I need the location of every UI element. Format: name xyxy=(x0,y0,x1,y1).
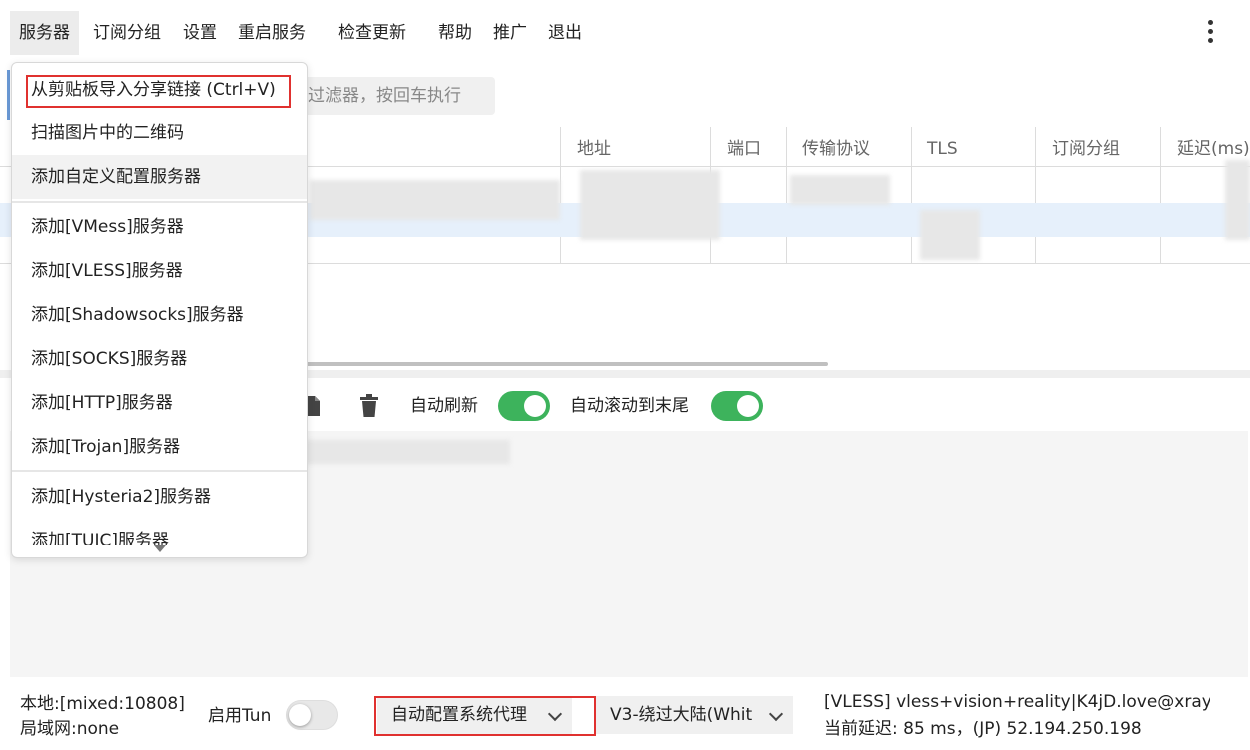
redacted-log xyxy=(300,440,510,464)
column-header-subscription[interactable]: 订阅分组 xyxy=(1052,135,1120,163)
status-bar: 本地:[mixed:10808] 局域网:none 启用Tun 自动配置系统代理… xyxy=(0,680,1250,750)
menu-separator xyxy=(12,201,307,203)
tun-toggle[interactable] xyxy=(286,700,338,730)
routing-select[interactable]: V3-绕过大陆(Whit xyxy=(596,696,793,734)
menu-settings[interactable]: 设置 xyxy=(183,18,217,48)
latency-text: 当前延迟: 85 ms，(JP) 52.194.250.198 xyxy=(824,719,1142,739)
menu-promotion[interactable]: 推广 xyxy=(493,18,527,48)
column-header-address[interactable]: 地址 xyxy=(577,135,611,163)
filter-input[interactable]: 过滤器，按回车执行 xyxy=(290,77,495,115)
menu-item-add-hysteria2[interactable]: 添加[Hysteria2]服务器 xyxy=(12,475,307,519)
auto-refresh-label: 自动刷新 xyxy=(410,396,478,416)
highlight-box xyxy=(26,75,291,108)
redacted-cell xyxy=(580,170,720,240)
menu-item-add-tuic[interactable]: 添加[TUIC]服务器 xyxy=(12,519,307,545)
redacted-cell xyxy=(1225,160,1250,240)
trash-icon[interactable] xyxy=(358,394,380,418)
redacted-cell xyxy=(920,210,980,260)
chevron-down-icon xyxy=(768,706,784,722)
menu-subscription-group[interactable]: 订阅分组 xyxy=(93,18,161,48)
menu-item-add-vmess[interactable]: 添加[VMess]服务器 xyxy=(12,205,307,249)
focus-indicator xyxy=(7,70,10,120)
tun-label: 启用Tun xyxy=(208,706,272,726)
auto-scroll-toggle[interactable] xyxy=(711,391,763,421)
scroll-down-arrow-icon[interactable] xyxy=(154,545,166,552)
menu-bar: 服务器 订阅分组 设置 重启服务 检查更新 帮助 推广 退出 xyxy=(0,0,1250,62)
column-header-latency[interactable]: 延迟(ms) xyxy=(1177,135,1250,163)
more-options-icon[interactable] xyxy=(1200,20,1220,46)
horizontal-scrollbar[interactable] xyxy=(305,362,828,366)
menu-servers[interactable]: 服务器 xyxy=(10,11,79,55)
local-port-text: 本地:[mixed:10808] xyxy=(20,694,185,714)
auto-refresh-toggle[interactable] xyxy=(498,391,550,421)
column-header-tls[interactable]: TLS xyxy=(927,135,958,163)
highlight-box xyxy=(374,696,596,736)
auto-scroll-label: 自动滚动到末尾 xyxy=(570,396,689,416)
menu-item-add-shadowsocks[interactable]: 添加[Shadowsocks]服务器 xyxy=(12,293,307,337)
menu-item-add-socks[interactable]: 添加[SOCKS]服务器 xyxy=(12,337,307,381)
menu-item-add-http[interactable]: 添加[HTTP]服务器 xyxy=(12,381,307,425)
redacted-cell xyxy=(790,175,890,205)
redacted-cell xyxy=(310,180,560,220)
column-header-port[interactable]: 端口 xyxy=(727,135,761,163)
menu-help[interactable]: 帮助 xyxy=(438,18,472,48)
column-header-transport[interactable]: 传输协议 xyxy=(802,135,870,163)
menu-restart-service[interactable]: 重启服务 xyxy=(238,18,306,48)
menu-item-add-trojan[interactable]: 添加[Trojan]服务器 xyxy=(12,425,307,469)
servers-dropdown-menu: 从剪贴板导入分享链接 (Ctrl+V) 扫描图片中的二维码 添加自定义配置服务器… xyxy=(11,62,308,558)
lan-text: 局域网:none xyxy=(20,719,120,739)
current-server-text: [VLESS] vless+vision+reality|K4jD.love@x… xyxy=(824,692,1210,712)
menu-item-add-vless[interactable]: 添加[VLESS]服务器 xyxy=(12,249,307,293)
menu-item-scan-qr[interactable]: 扫描图片中的二维码 xyxy=(12,111,307,155)
menu-exit[interactable]: 退出 xyxy=(548,18,582,48)
routing-value: V3-绕过大陆(Whit xyxy=(610,705,753,725)
menu-check-update[interactable]: 检查更新 xyxy=(338,18,406,48)
menu-separator xyxy=(12,470,307,472)
menu-item-add-custom[interactable]: 添加自定义配置服务器 xyxy=(12,155,307,199)
